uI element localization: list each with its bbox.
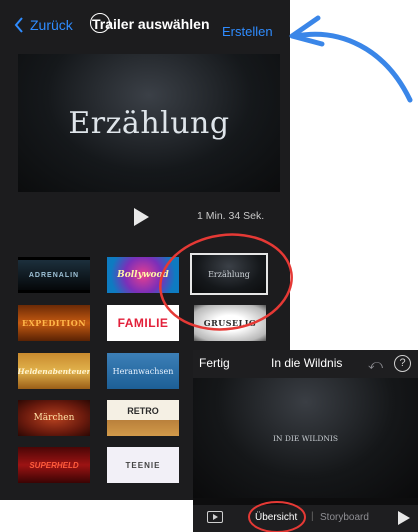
preview-title: Erzählung	[68, 105, 230, 141]
trailer-thumb-label: Bollywood	[117, 270, 169, 280]
trailer-thumb-label: ADRENALIN	[28, 271, 80, 279]
project-title: In die Wildnis	[271, 356, 343, 370]
trailer-thumb-erzaehlung-selected[interactable]: Erzählung	[190, 253, 268, 295]
trailer-thumb-retro[interactable]: RETRO	[107, 400, 179, 436]
trailer-thumb-label: TEENIE	[125, 460, 161, 470]
trailer-thumb-label: Heldenabenteuer	[18, 366, 90, 376]
trailer-thumb-label: Märchen	[33, 413, 75, 423]
trailer-video-preview[interactable]: IN DIE WILDNIS	[193, 378, 418, 498]
annotation-arrow	[293, 31, 413, 103]
done-button[interactable]: Fertig	[199, 356, 230, 370]
trailer-thumb-teenie[interactable]: TEENIE	[107, 447, 179, 483]
help-icon[interactable]: ?	[394, 355, 411, 372]
trailer-preview[interactable]: Erzählung	[18, 54, 280, 192]
trailer-thumb-label: Heranwachsen	[112, 366, 174, 376]
video-title-text: IN DIE WILDNIS	[272, 434, 339, 443]
trailer-thumb-label: SUPERHELD	[29, 460, 79, 470]
trailer-thumb-expedition[interactable]: EXPEDITION	[18, 305, 90, 341]
trailer-thumb-label: FAMILIE	[117, 316, 169, 330]
navigation-bar: Zurück Trailer auswählen Erstellen	[0, 0, 290, 52]
play-icon[interactable]	[134, 208, 149, 226]
trailer-thumb-label: Erzählung	[208, 269, 250, 279]
trailer-thumb-familie[interactable]: FAMILIE	[107, 305, 179, 341]
preview-controls: 1 Min. 34 Sek.	[0, 200, 290, 236]
tab-overview[interactable]: Übersicht	[255, 512, 297, 523]
trailer-thumb-label: RETRO	[127, 406, 159, 416]
trailer-duration: 1 Min. 34 Sek.	[197, 210, 265, 222]
trailer-thumb-superheld[interactable]: SUPERHELD	[18, 447, 90, 483]
back-button[interactable]: Zurück	[14, 17, 73, 33]
trailer-thumb-heldenabenteuer[interactable]: Heldenabenteuer	[18, 353, 90, 389]
trailer-thumb-label: GRUSELIG	[203, 318, 257, 328]
chevron-left-icon	[14, 17, 23, 33]
trailer-detail-screen: Fertig In die Wildnis ⤺ ? IN DIE WILDNIS…	[193, 350, 418, 532]
video-preview-icon[interactable]	[207, 511, 223, 523]
trailer-thumb-gruselig[interactable]: GRUSELIG	[194, 305, 266, 341]
detail-top-bar: Fertig In die Wildnis ⤺ ?	[193, 350, 418, 378]
trailer-thumb-adrenalin[interactable]: ADRENALIN	[18, 257, 90, 293]
trailer-thumb-heranwachsen[interactable]: Heranwachsen	[107, 353, 179, 389]
create-button[interactable]: Erstellen	[222, 24, 273, 39]
undo-icon[interactable]: ⤺	[368, 356, 383, 373]
trailer-thumb-bollywood[interactable]: Bollywood	[107, 257, 179, 293]
trailer-thumb-maerchen[interactable]: Märchen	[18, 400, 90, 436]
detail-bottom-bar: Übersicht | Storyboard	[193, 505, 418, 532]
trailer-thumb-label: EXPEDITION	[21, 318, 87, 328]
page-title: Trailer auswählen	[92, 16, 210, 32]
play-icon[interactable]	[398, 511, 410, 525]
annotation-arrowhead	[289, 15, 325, 47]
tab-storyboard[interactable]: Storyboard	[320, 512, 369, 523]
back-label: Zurück	[30, 17, 73, 33]
tab-separator: |	[311, 511, 314, 522]
